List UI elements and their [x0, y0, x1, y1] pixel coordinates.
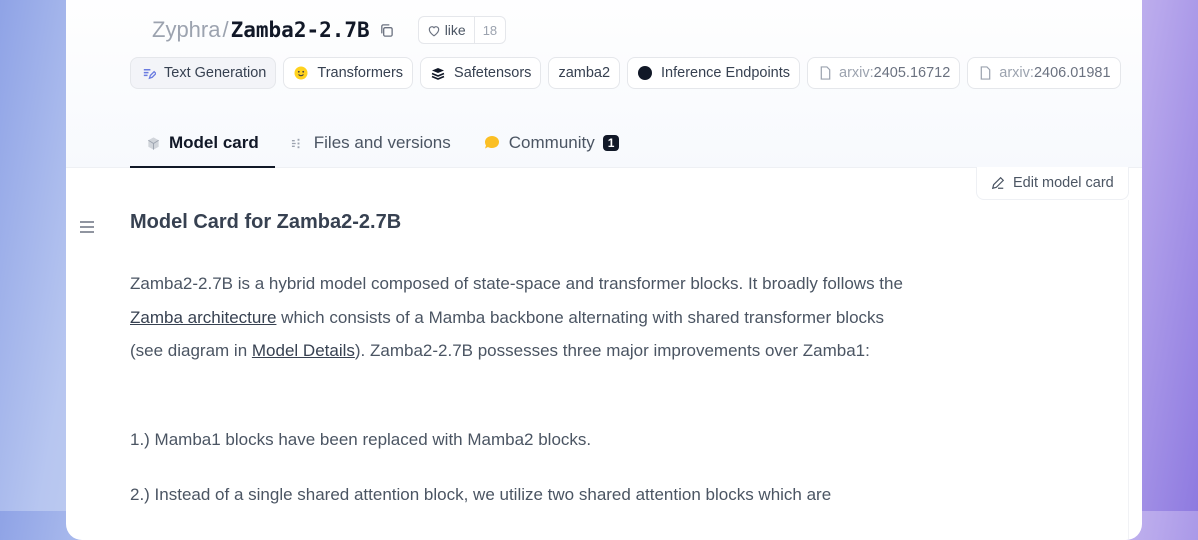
model-card-title: Model Card for Zamba2-2.7B [130, 211, 402, 233]
arxiv-prefix: arxiv: [999, 65, 1034, 81]
improvement-2: 2.) Instead of a single shared attention… [130, 485, 832, 504]
intro-text-1: Zamba2-2.7B is a hybrid model composed o… [130, 274, 903, 293]
like-button[interactable]: like 18 [417, 16, 507, 44]
arxiv-number: 2405.16712 [873, 65, 951, 81]
tag-label: zamba2 [558, 65, 611, 81]
model-page-card: Zyphra / Zamba2-2.7B like 18 Text Genera… [66, 0, 1142, 540]
tab-label: Community [508, 133, 595, 152]
cube-icon [148, 136, 159, 150]
improvement-1: 1.) Mamba1 blocks have been replaced wit… [130, 430, 592, 449]
tag-arxiv-1[interactable]: arxiv:2405.16712 [807, 57, 961, 89]
tag-zamba2[interactable]: zamba2 [548, 57, 621, 89]
sidebar-divider [1128, 200, 1129, 540]
intro-text-3: ). Zamba2-2.7B possesses three major imp… [354, 341, 870, 360]
document-icon [977, 65, 993, 81]
intro-paragraph: Zamba2-2.7B is a hybrid model composed o… [130, 267, 920, 368]
tag-inference-endpoints[interactable]: Inference Endpoints [627, 57, 801, 89]
tag-label: Safetensors [454, 65, 532, 81]
like-toggle[interactable]: like [419, 17, 475, 43]
hugging-face-icon [293, 65, 309, 81]
community-badge: 1 [602, 135, 620, 151]
inference-endpoints-icon [637, 65, 653, 81]
copy-icon[interactable] [378, 21, 396, 39]
like-label: like [444, 22, 466, 38]
tab-label: Model card [169, 133, 259, 152]
document-icon [817, 65, 833, 81]
files-icon [291, 138, 300, 148]
title-row: Zyphra / Zamba2-2.7B like 18 [152, 15, 507, 45]
safetensors-icon [430, 65, 446, 81]
text-generation-icon [140, 65, 156, 81]
community-icon [484, 136, 499, 149]
tab-model-card[interactable]: Model card [130, 120, 275, 168]
tag-text-generation[interactable]: Text Generation [130, 57, 277, 89]
model-name[interactable]: Zamba2-2.7B [231, 18, 370, 42]
arxiv-prefix: arxiv: [839, 65, 874, 81]
edit-model-card-button[interactable]: Edit model card [976, 167, 1129, 200]
edit-label: Edit model card [1013, 175, 1114, 191]
tab-bar: Model card Files and versions Community … [130, 120, 635, 168]
arxiv-number: 2406.01981 [1033, 65, 1111, 81]
pencil-icon [991, 176, 1005, 190]
tag-label: Text Generation [164, 65, 267, 81]
tab-community[interactable]: Community 1 [467, 120, 636, 166]
path-separator: / [222, 17, 229, 42]
tag-transformers[interactable]: Transformers [283, 57, 414, 89]
model-details-link[interactable]: Model Details [252, 341, 355, 360]
tag-label: Inference Endpoints [661, 65, 791, 81]
model-header: Zyphra / Zamba2-2.7B like 18 Text Genera… [66, 0, 1142, 168]
tag-label: Transformers [317, 65, 404, 81]
heart-icon [428, 25, 439, 36]
tag-arxiv-2[interactable]: arxiv:2406.01981 [967, 57, 1121, 89]
tag-list: Text Generation Transformers Safetensors… [130, 57, 1121, 89]
zamba-architecture-link[interactable]: Zamba architecture [130, 308, 276, 327]
org-link[interactable]: Zyphra [152, 17, 220, 43]
like-count[interactable]: 18 [475, 23, 505, 38]
tab-files-and-versions[interactable]: Files and versions [275, 120, 467, 166]
tab-label: Files and versions [313, 133, 451, 152]
table-of-contents-icon[interactable] [80, 218, 96, 234]
tag-safetensors[interactable]: Safetensors [420, 57, 542, 89]
